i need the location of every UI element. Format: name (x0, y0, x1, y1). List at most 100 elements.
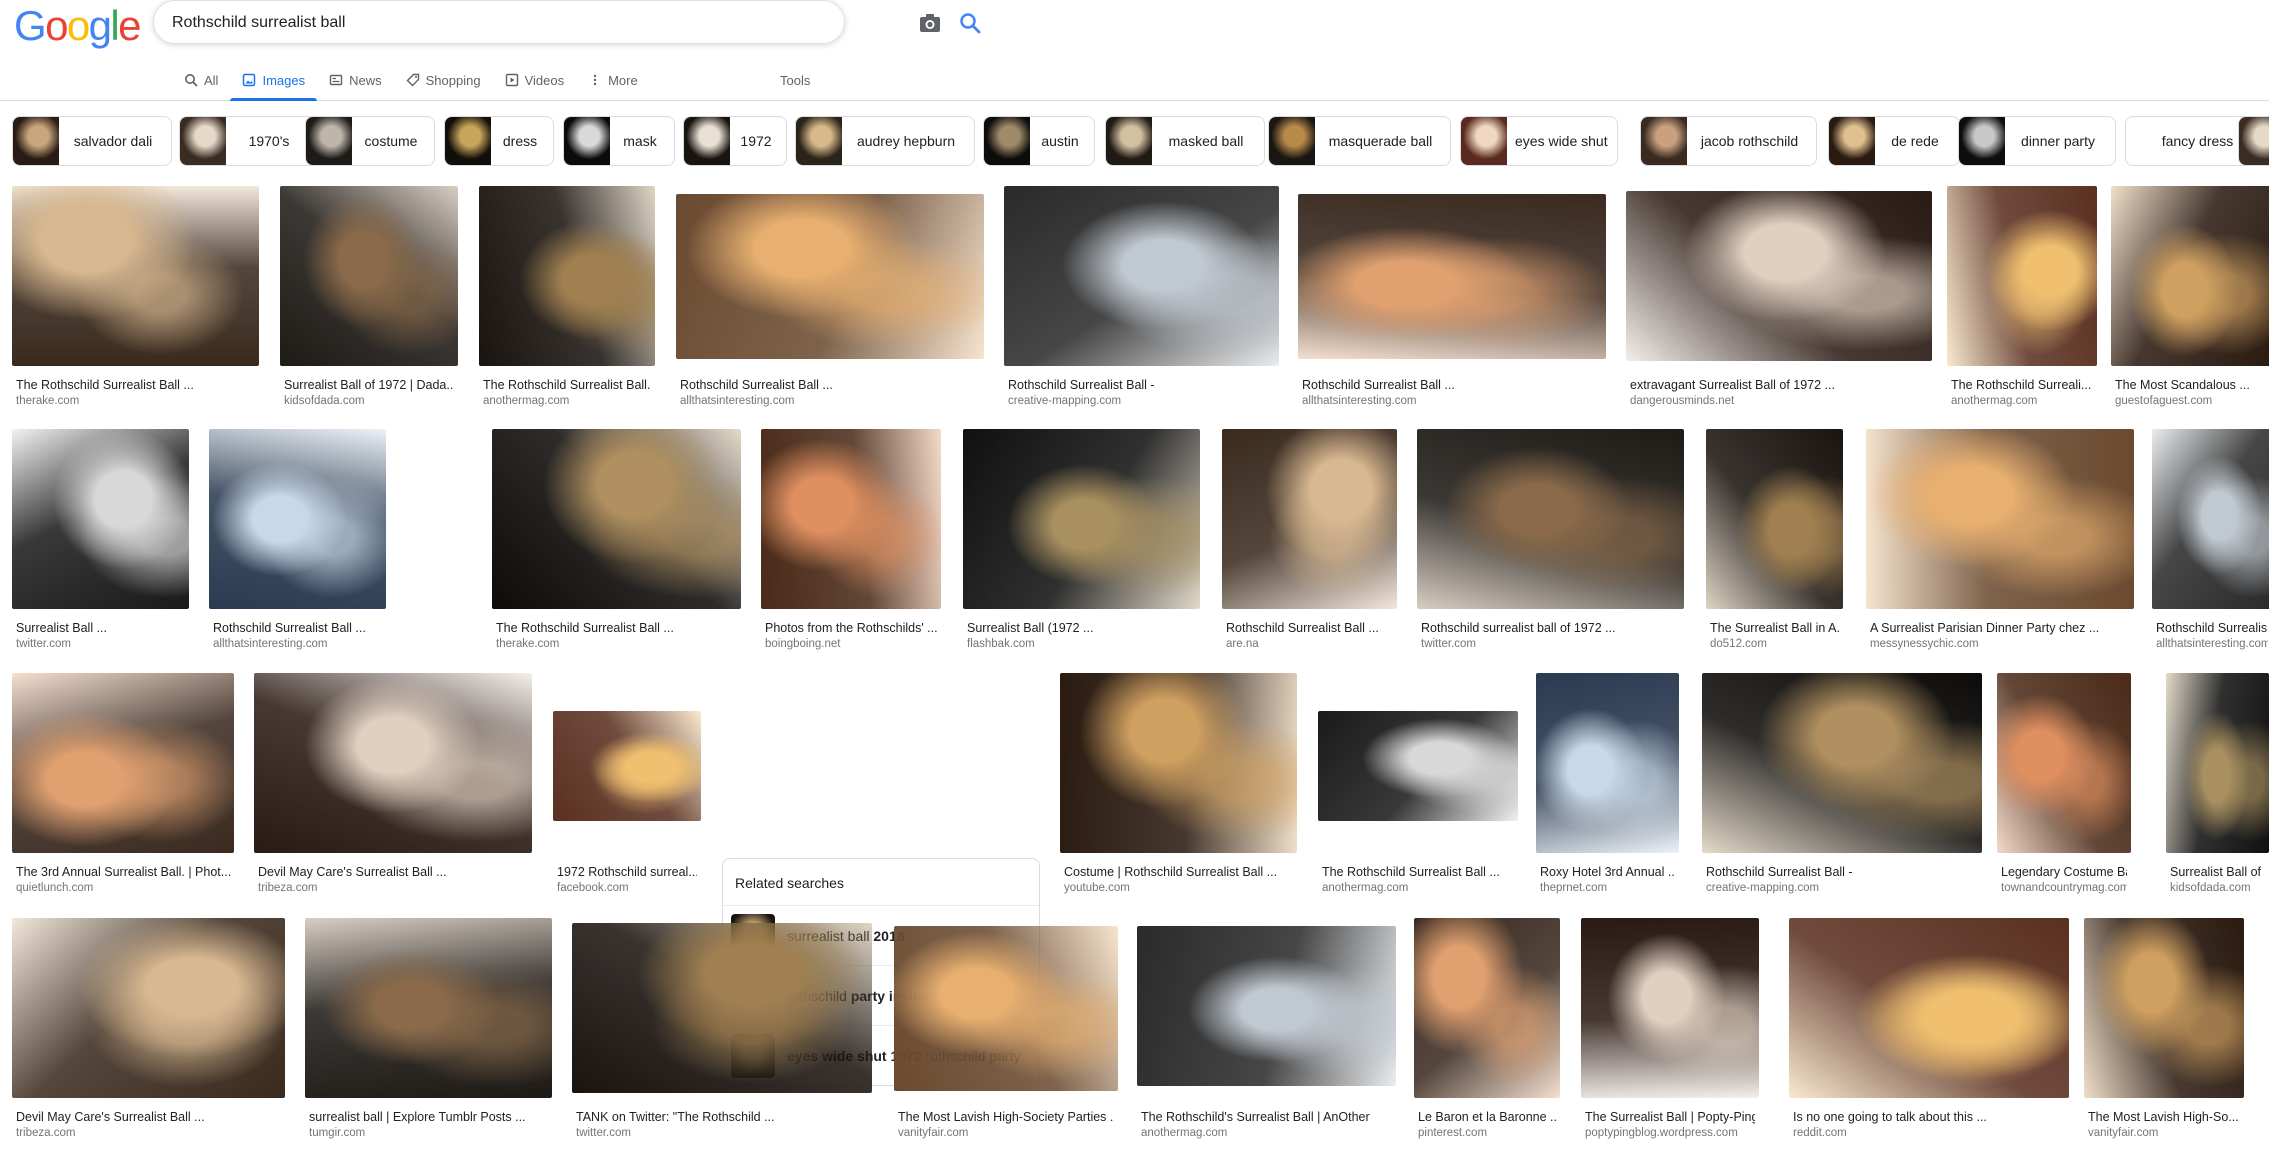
result-title[interactable]: Devil May Care's Surrealist Ball ... (16, 1110, 281, 1124)
result-thumbnail[interactable] (2111, 186, 2269, 366)
image-result[interactable]: Rothschild surrealist ball of 1972 ... tw… (1417, 429, 1684, 651)
result-title[interactable]: Costume | Rothschild Surrealist Ball ... (1064, 865, 1293, 879)
result-thumbnail[interactable] (676, 194, 984, 359)
image-result[interactable]: Roxy Hotel 3rd Annual ... theprnet.com (1536, 673, 1679, 895)
image-result[interactable]: The 3rd Annual Surrealist Ball. | Phot..… (12, 673, 234, 895)
result-thumbnail[interactable] (1947, 186, 2097, 366)
google-logo[interactable]: Google (14, 5, 141, 47)
result-title[interactable]: TANK on Twitter: "The Rothschild ... (576, 1110, 868, 1124)
chip-dress[interactable]: dress (444, 116, 554, 166)
chip-audrey-hepburn[interactable]: audrey hepburn (795, 116, 975, 166)
chip-mask[interactable]: mask (563, 116, 675, 166)
image-result[interactable]: Surrealist Ball of 1972 | Dada... kidsofd… (280, 186, 458, 408)
result-title[interactable]: Rothschild Surrealis... (2156, 621, 2268, 635)
result-title[interactable]: The Rothschild Surrealist Ball ... (496, 621, 737, 635)
result-thumbnail[interactable] (280, 186, 458, 366)
result-title[interactable]: The Surrealist Ball | Popty-Ping (1585, 1110, 1755, 1124)
result-title[interactable]: The 3rd Annual Surrealist Ball. | Phot..… (16, 865, 230, 879)
image-result[interactable]: Surrealist Ball (1972 ... flashbak.com (963, 429, 1200, 651)
result-thumbnail[interactable] (1997, 673, 2131, 853)
result-title[interactable]: Rothschild Surrealist Ball ... (213, 621, 382, 635)
chip-de-rede[interactable]: de rede (1828, 116, 1960, 166)
result-title[interactable]: 1972 Rothschild surreal... (557, 865, 697, 879)
result-title[interactable]: The Most Lavish High-Society Parties ... (898, 1110, 1114, 1124)
result-title[interactable]: Rothschild surrealist ball of 1972 ... (1421, 621, 1680, 635)
chip-1970-s[interactable]: 1970's (179, 116, 317, 166)
result-thumbnail[interactable] (479, 186, 655, 366)
image-result[interactable]: Devil May Care's Surrealist Ball ... trib… (12, 918, 285, 1140)
result-title[interactable]: Rothschild Surrealist Ball ... (680, 378, 980, 392)
image-result[interactable]: The Surrealist Ball | Popty-Ping poptypin… (1581, 918, 1759, 1140)
result-thumbnail[interactable] (1298, 194, 1606, 359)
image-result[interactable]: Rothschild Surrealist Ball ... allthatsin… (209, 429, 386, 651)
result-title[interactable]: extravagant Surrealist Ball of 1972 ... (1630, 378, 1928, 392)
image-result[interactable]: The Rothschild Surrealist Ball... another… (479, 186, 655, 408)
image-result[interactable]: Le Baron et la Baronne ... pinterest.com (1414, 918, 1560, 1140)
tab-more[interactable]: More (576, 60, 650, 100)
chip-jacob-rothschild[interactable]: jacob rothschild (1640, 116, 1817, 166)
result-thumbnail[interactable] (12, 186, 259, 366)
result-thumbnail[interactable] (2084, 918, 2244, 1098)
image-result[interactable]: Rothschild Surrealist Ball ... allthatsin… (1298, 186, 1606, 408)
tab-news[interactable]: News (317, 60, 394, 100)
image-result[interactable]: Rothschild Surrealist Ball - creative-map… (1004, 186, 1279, 408)
tab-videos[interactable]: Videos (493, 60, 577, 100)
result-thumbnail[interactable] (1004, 186, 1279, 366)
chip-salvador-dali[interactable]: salvador dali (12, 116, 172, 166)
image-result[interactable]: The Surrealist Ball in A... do512.com (1706, 429, 1843, 651)
image-result[interactable]: The Rothschild Surrealist Ball ... therak… (492, 429, 741, 651)
search-input[interactable] (172, 12, 732, 34)
result-thumbnail[interactable] (492, 429, 741, 609)
result-title[interactable]: Rothschild Surrealist Ball - (1008, 378, 1275, 392)
result-title[interactable]: The Rothschild Surrealist Ball ... (1322, 865, 1514, 879)
image-result[interactable]: A Surrealist Parisian Dinner Party chez … (1866, 429, 2134, 651)
result-title[interactable]: The Rothschild Surreali... (1951, 378, 2093, 392)
result-thumbnail[interactable] (12, 918, 285, 1098)
result-thumbnail[interactable] (209, 429, 386, 609)
chip-partial[interactable] (2238, 116, 2269, 166)
image-result[interactable]: Rothschild Surrealis... allthatsinteresti… (2152, 429, 2269, 651)
chip-austin[interactable]: austin (983, 116, 1095, 166)
result-thumbnail[interactable] (12, 429, 189, 609)
result-thumbnail[interactable] (1706, 429, 1843, 609)
image-result[interactable]: TANK on Twitter: "The Rothschild ... twit… (572, 918, 872, 1140)
result-thumbnail[interactable] (1626, 191, 1932, 361)
result-thumbnail[interactable] (572, 923, 872, 1093)
result-title[interactable]: Surrealist Ball (1972 ... (967, 621, 1196, 635)
result-title[interactable]: The Rothschild Surrealist Ball ... (16, 378, 255, 392)
image-result[interactable]: The Rothschild's Surrealist Ball | AnOth… (1137, 918, 1396, 1140)
result-title[interactable]: Rothschild Surrealist Ball ... (1226, 621, 1393, 635)
image-result[interactable]: Rothschild Surrealist Ball ... are.na (1222, 429, 1397, 651)
result-title[interactable]: Surrealist Ball of ... (2170, 865, 2265, 879)
search-box[interactable] (153, 0, 981, 44)
image-result[interactable]: The Rothschild Surrealist Ball ... anothe… (1318, 673, 1518, 895)
result-title[interactable]: Surrealist Ball of 1972 | Dada... (284, 378, 454, 392)
tab-all[interactable]: All (172, 60, 230, 100)
result-title[interactable]: surrealist ball | Explore Tumblr Posts .… (309, 1110, 548, 1124)
image-result[interactable]: Rothschild Surrealist Ball - creative-map… (1702, 673, 1982, 895)
result-thumbnail[interactable] (1060, 673, 1297, 853)
result-title[interactable]: Rothschild Surrealist Ball ... (1302, 378, 1602, 392)
result-title[interactable]: The Surrealist Ball in A... (1710, 621, 1839, 635)
image-result[interactable]: Is no one going to talk about this ... re… (1789, 918, 2069, 1140)
result-thumbnail[interactable] (1417, 429, 1684, 609)
result-thumbnail[interactable] (2166, 673, 2269, 853)
result-thumbnail[interactable] (761, 429, 941, 609)
result-thumbnail[interactable] (553, 711, 701, 821)
result-thumbnail[interactable] (894, 926, 1118, 1091)
result-thumbnail[interactable] (1702, 673, 1982, 853)
image-result[interactable]: Photos from the Rothschilds' ... boingboi… (761, 429, 941, 651)
image-result[interactable]: The Rothschild Surreali... anothermag.com (1947, 186, 2097, 408)
result-title[interactable]: Le Baron et la Baronne ... (1418, 1110, 1556, 1124)
image-result[interactable]: The Rothschild Surrealist Ball ... therak… (12, 186, 259, 408)
image-result[interactable]: The Most Lavish High-Society Parties ...… (894, 918, 1118, 1140)
search-icon[interactable] (958, 11, 982, 35)
result-thumbnail[interactable] (1414, 918, 1560, 1098)
result-title[interactable]: Is no one going to talk about this ... (1793, 1110, 2065, 1124)
result-title[interactable]: Legendary Costume Ba... (2001, 865, 2127, 879)
result-title[interactable]: Photos from the Rothschilds' ... (765, 621, 937, 635)
result-thumbnail[interactable] (963, 429, 1200, 609)
image-result[interactable]: Surrealist Ball ... twitter.com (12, 429, 189, 651)
image-result[interactable]: 1972 Rothschild surreal... facebook.com (553, 673, 701, 895)
result-title[interactable]: The Most Lavish High-So... (2088, 1110, 2240, 1124)
